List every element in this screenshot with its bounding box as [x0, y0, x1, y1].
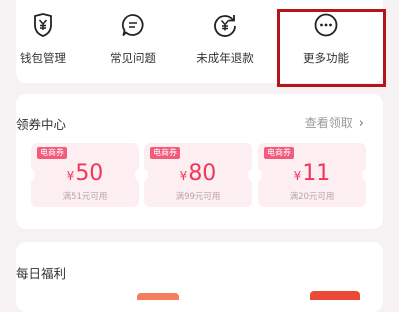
faq-button[interactable]: 常见问题 — [88, 12, 178, 66]
faq-label: 常见问题 — [110, 51, 156, 65]
more-functions-label: 更多功能 — [303, 51, 349, 65]
minor-refund-button[interactable]: 未成年退款 — [180, 12, 270, 66]
chevron-right-icon: › — [358, 116, 364, 131]
view-claimed-link[interactable]: 查看领取 › — [305, 114, 364, 131]
coupon-tag: 电商券 — [264, 147, 294, 159]
wallet-management-button[interactable]: 钱包管理 — [0, 12, 88, 66]
coupon-amount: ¥80 — [144, 161, 252, 189]
coupon-value: 80 — [188, 161, 217, 186]
currency-symbol: ¥ — [179, 169, 188, 183]
coupon-condition: 满20元可用 — [289, 192, 335, 202]
coupon-tag: 电商券 — [37, 147, 67, 159]
coupon-tag: 电商券 — [150, 147, 180, 159]
daily-benefits-card — [16, 242, 383, 312]
coupon-value: 50 — [75, 161, 104, 186]
coupon-center-title: 领券中心 — [16, 117, 67, 132]
chat-bubble-icon — [120, 14, 146, 42]
view-claimed-label: 查看领取 — [304, 116, 353, 130]
coupon-amount: ¥11 — [258, 161, 366, 189]
coupon-condition: 满99元可用 — [175, 192, 221, 202]
wallet-yen-icon — [30, 13, 56, 42]
wallet-management-label: 钱包管理 — [20, 51, 66, 65]
daily-benefits-title: 每日福利 — [16, 266, 67, 281]
currency-symbol: ¥ — [66, 169, 75, 183]
coupon-card[interactable]: 电商券 ¥50 满51元可用 — [31, 143, 139, 207]
currency-symbol: ¥ — [293, 169, 302, 183]
more-dots-icon — [313, 13, 339, 42]
coupon-card[interactable]: 电商券 ¥11 满20元可用 — [258, 143, 366, 207]
coupon-card[interactable]: 电商券 ¥80 满99元可用 — [144, 143, 252, 207]
coupon-condition: 满51元可用 — [62, 192, 108, 202]
minor-refund-label: 未成年退款 — [196, 51, 254, 65]
refund-yen-icon — [212, 15, 238, 42]
coupon-amount: ¥50 — [31, 161, 139, 189]
coupon-value: 11 — [302, 161, 331, 186]
daily-benefit-banner[interactable] — [137, 293, 179, 300]
more-functions-button[interactable]: 更多功能 — [281, 12, 371, 66]
daily-benefit-banner[interactable] — [310, 291, 360, 300]
